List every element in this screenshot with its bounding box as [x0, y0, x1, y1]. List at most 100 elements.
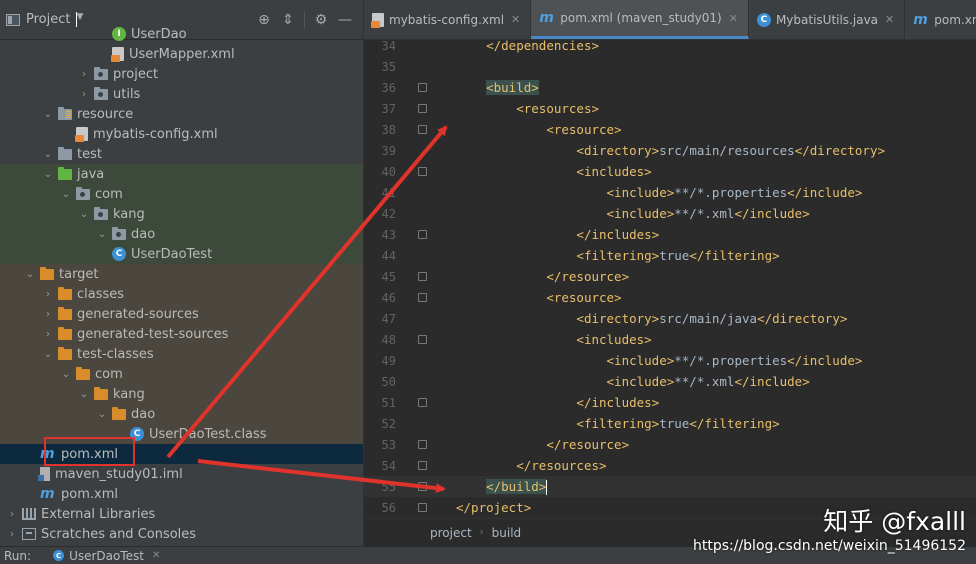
- fold-marker-icon[interactable]: [418, 461, 427, 470]
- chevron-down-icon[interactable]: ⌄: [96, 229, 108, 240]
- code-line[interactable]: 44 <filtering>true</filtering>: [364, 245, 976, 266]
- code-line[interactable]: 38 <resource>: [364, 119, 976, 140]
- gutter[interactable]: [396, 119, 456, 140]
- chevron-down-icon[interactable]: ⌄: [60, 189, 72, 200]
- close-icon[interactable]: ✕: [729, 12, 738, 25]
- chevron-right-icon[interactable]: ›: [42, 289, 54, 300]
- fold-marker-icon[interactable]: [418, 167, 427, 176]
- tree-item[interactable]: C UserDaoTest: [0, 244, 363, 264]
- code-line[interactable]: 40 <includes>: [364, 161, 976, 182]
- fold-marker-icon[interactable]: [418, 83, 427, 92]
- tree-item[interactable]: C UserDaoTest.class: [0, 424, 363, 444]
- code-line[interactable]: 42 <include>**/*.xml</include>: [364, 203, 976, 224]
- code-line[interactable]: 36 <build>: [364, 77, 976, 98]
- tree-item[interactable]: › generated-test-sources: [0, 324, 363, 344]
- chevron-right-icon[interactable]: ›: [6, 509, 18, 520]
- gutter[interactable]: [396, 392, 456, 413]
- gutter[interactable]: [396, 35, 456, 56]
- fold-marker-icon[interactable]: [418, 230, 427, 239]
- chevron-right-icon[interactable]: ›: [42, 329, 54, 340]
- chevron-down-icon[interactable]: ⌄: [42, 109, 54, 120]
- chevron-down-icon[interactable]: ⌄: [78, 209, 90, 220]
- code-line[interactable]: 41 <include>**/*.properties</include>: [364, 182, 976, 203]
- tree-item[interactable]: ⌄ kang: [0, 204, 363, 224]
- tree-item[interactable]: ⌄ dao: [0, 224, 363, 244]
- fold-marker-icon[interactable]: [418, 503, 427, 512]
- code-line[interactable]: 37 <resources>: [364, 98, 976, 119]
- breadcrumb-item-project[interactable]: project: [430, 526, 472, 540]
- tree-item[interactable]: ⌄ resource: [0, 104, 363, 124]
- gutter[interactable]: [396, 455, 456, 476]
- tree-item[interactable]: m pom.xml: [0, 484, 363, 504]
- chevron-down-icon[interactable]: ⌄: [60, 369, 72, 380]
- gutter[interactable]: [396, 350, 456, 371]
- tree-item[interactable]: › External Libraries: [0, 504, 363, 524]
- gutter[interactable]: [396, 56, 456, 77]
- gutter[interactable]: [396, 161, 456, 182]
- editor-tab[interactable]: C MybatisUtils.java ✕: [749, 0, 906, 39]
- tree-item[interactable]: › project: [0, 64, 363, 84]
- tree-item[interactable]: ⌄ dao: [0, 404, 363, 424]
- chevron-down-icon[interactable]: ⌄: [42, 149, 54, 160]
- fold-marker-icon[interactable]: [418, 104, 427, 113]
- chevron-right-icon[interactable]: ›: [78, 69, 90, 80]
- editor-tab[interactable]: m pom.xml (maven_study01) ✕: [531, 0, 749, 39]
- gutter[interactable]: [396, 224, 456, 245]
- gutter[interactable]: [396, 434, 456, 455]
- code-line[interactable]: 46 <resource>: [364, 287, 976, 308]
- tree-item[interactable]: › Scratches and Consoles: [0, 524, 363, 544]
- editor-tab[interactable]: mybatis-config.xml ✕: [364, 0, 532, 39]
- tree-item[interactable]: ⌄ test-classes: [0, 344, 363, 364]
- code-line[interactable]: 56 </project>: [364, 497, 976, 518]
- gutter[interactable]: [396, 245, 456, 266]
- gutter[interactable]: [396, 308, 456, 329]
- tree-item[interactable]: ⌄ com: [0, 364, 363, 384]
- code-line[interactable]: 47 <directory>src/main/java</directory>: [364, 308, 976, 329]
- chevron-down-icon[interactable]: ⌄: [24, 269, 36, 280]
- code-line[interactable]: 54 </resources>: [364, 455, 976, 476]
- run-tab-userdaotest[interactable]: C UserDaoTest ✕: [53, 549, 160, 563]
- code-line[interactable]: 34 </dependencies>: [364, 35, 976, 56]
- code-line[interactable]: 51 </includes>: [364, 392, 976, 413]
- tree-item[interactable]: maven_study01.iml: [0, 464, 363, 484]
- chevron-down-icon[interactable]: ⌄: [42, 169, 54, 180]
- gutter[interactable]: [396, 329, 456, 350]
- code-line[interactable]: 48 <includes>: [364, 329, 976, 350]
- gutter[interactable]: [396, 77, 456, 98]
- close-icon[interactable]: ✕: [885, 13, 894, 26]
- code-line[interactable]: 55 </build>: [364, 476, 976, 497]
- editor-tab[interactable]: m pom.xml (mybatis-0: [905, 0, 976, 39]
- code-line[interactable]: 45 </resource>: [364, 266, 976, 287]
- chevron-down-icon[interactable]: ⌄: [96, 409, 108, 420]
- gutter[interactable]: [396, 140, 456, 161]
- tree-item[interactable]: ⌄ kang: [0, 384, 363, 404]
- tree-item[interactable]: › generated-sources: [0, 304, 363, 324]
- gutter[interactable]: [396, 287, 456, 308]
- gutter[interactable]: [396, 203, 456, 224]
- chevron-right-icon[interactable]: ›: [6, 529, 18, 540]
- tree-item[interactable]: ⌄ com: [0, 184, 363, 204]
- tree-item[interactable]: › utils: [0, 84, 363, 104]
- gutter[interactable]: [396, 266, 456, 287]
- tree-item[interactable]: mybatis-config.xml: [0, 124, 363, 144]
- tree-item[interactable]: ⌄ java: [0, 164, 363, 184]
- gutter[interactable]: [396, 98, 456, 119]
- tree-item[interactable]: UserMapper.xml: [0, 44, 363, 64]
- fold-marker-icon[interactable]: [418, 440, 427, 449]
- fold-marker-icon[interactable]: [418, 398, 427, 407]
- code-line[interactable]: 52 <filtering>true</filtering>: [364, 413, 976, 434]
- gutter[interactable]: [396, 413, 456, 434]
- close-icon[interactable]: ✕: [152, 550, 160, 561]
- code-line[interactable]: 53 </resource>: [364, 434, 976, 455]
- fold-marker-icon[interactable]: [418, 125, 427, 134]
- close-icon[interactable]: ✕: [511, 13, 520, 26]
- fold-marker-icon[interactable]: [418, 272, 427, 281]
- tree-item[interactable]: › classes: [0, 284, 363, 304]
- gutter[interactable]: [396, 182, 456, 203]
- fold-marker-icon[interactable]: [418, 482, 427, 491]
- code-line[interactable]: 35: [364, 56, 976, 77]
- gutter[interactable]: [396, 497, 456, 518]
- tree-item[interactable]: m pom.xml: [0, 444, 363, 464]
- fold-marker-icon[interactable]: [418, 293, 427, 302]
- breadcrumb-item-build[interactable]: build: [492, 526, 522, 540]
